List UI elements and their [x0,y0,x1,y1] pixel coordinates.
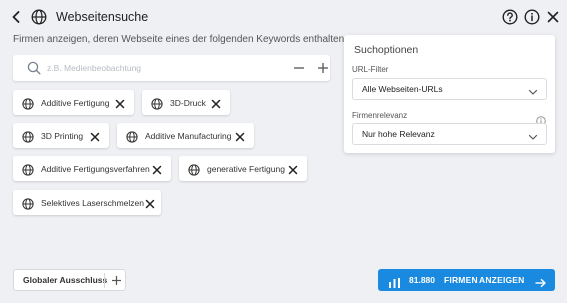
remove-keyword-icon[interactable] [114,97,126,109]
keyword-chip: Additive Fertigungsverfahren [13,156,171,181]
arrow-right-icon [535,275,546,288]
url-filter-value: Alle Webseiten-URLs [362,84,443,94]
keyword-label: Additive Fertigung [41,97,110,108]
globe-icon [22,197,34,210]
globe-icon [22,163,34,176]
help-icon[interactable] [502,9,518,25]
remove-keyword-icon[interactable] [287,163,299,175]
show-companies-button[interactable]: 81.880 FIRMEN ANZEIGEN [378,269,555,291]
keyword-prompt: Firmen anzeigen, deren Webseite eines de… [13,34,347,45]
remove-keyword-icon[interactable] [210,97,222,109]
keyword-chip: generative Fertigung [179,156,307,181]
keyword-chip: Additive Fertigung [13,90,134,115]
info-icon[interactable] [524,9,540,25]
close-icon[interactable] [545,9,561,25]
info-icon[interactable] [536,113,546,126]
url-filter-select[interactable]: Alle Webseiten-URLs [352,78,547,100]
keyword-label: Selektives Laserschmelzen [41,197,144,208]
remove-keyword-icon[interactable] [89,130,101,142]
keyword-chip: Additive Manufacturing [117,123,254,148]
keyword-label: Additive Manufacturing [145,130,232,141]
relevance-label: Firmenrelevanz [352,111,408,120]
relevance-value: Nur hohe Relevanz [362,129,435,139]
remove-keyword-icon[interactable] [234,130,246,142]
header-bar: Webseitensuche [0,0,567,34]
search-icon [27,61,41,75]
globe-icon [22,130,34,143]
keyword-chip: Selektives Laserschmelzen [13,190,161,215]
keyword-chip: 3D Printing [13,123,109,148]
back-icon[interactable] [9,8,23,26]
cta-anzeigen-label: ANZEIGEN [479,275,525,285]
keyword-label: Additive Fertigungsverfahren [41,163,150,174]
globe-icon [31,9,47,25]
globe-icon [151,97,163,110]
globe-icon [188,163,200,176]
chevron-down-icon [528,84,538,95]
keyword-label: 3D-Druck [170,97,206,108]
remove-keyword-icon[interactable] [144,197,156,209]
relevance-select[interactable]: Nur hohe Relevanz [352,123,547,145]
divider [104,273,105,288]
url-filter-label: URL-Filter [352,65,389,74]
remove-keyword-icon[interactable] [151,163,163,175]
company-count: 81.880 [409,275,435,285]
global-exclusion-button[interactable]: Globaler Ausschluss [23,275,107,285]
add-keyword-button[interactable] [315,60,331,76]
remove-keyword-button[interactable] [291,60,307,76]
plus-icon[interactable] [110,274,123,287]
page-title: Webseitensuche [56,10,149,24]
panel-title: Suchoptionen [354,44,419,56]
cta-firmen-label: FIRMEN [444,275,478,285]
global-exclusion-control: Globaler Ausschluss [13,269,126,291]
keyword-search-input[interactable] [47,59,247,77]
globe-icon [22,97,34,110]
keyword-label: 3D Printing [41,130,84,141]
keyword-chip: 3D-Druck [142,90,230,115]
search-options-panel: Suchoptionen URL-Filter Alle Webseiten-U… [344,35,555,153]
chevron-down-icon [528,129,538,140]
bar-chart-icon [389,275,400,288]
keyword-label: generative Fertigung [207,163,285,174]
keyword-search-box [13,55,330,81]
globe-icon [126,130,138,143]
